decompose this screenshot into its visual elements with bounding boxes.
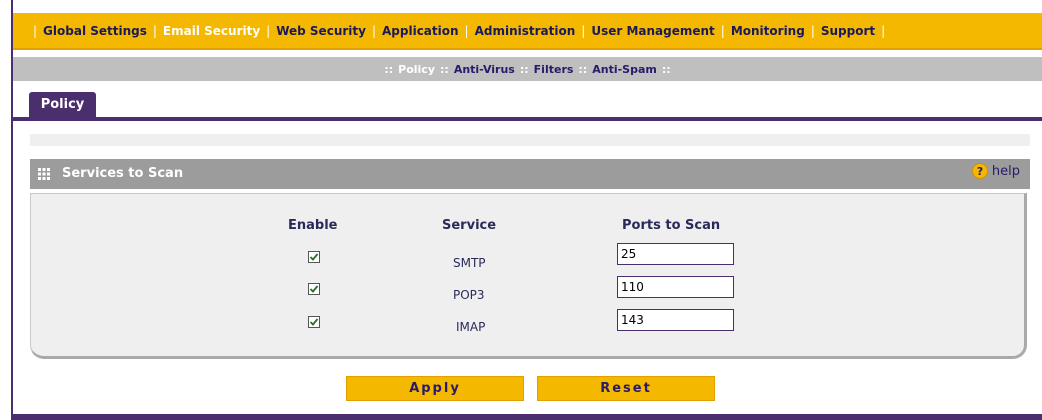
ports-input-pop3[interactable] bbox=[617, 276, 734, 298]
column-header-ports: Ports to Scan bbox=[622, 218, 721, 233]
nav-separator: | bbox=[464, 23, 469, 38]
tab-underline bbox=[13, 117, 1042, 121]
service-name-imap: IMAP bbox=[456, 320, 486, 334]
nav-separator: | bbox=[266, 23, 271, 38]
sub-navigation: :: Policy :: Anti-Virus :: Filters :: An… bbox=[13, 57, 1042, 81]
subnav-anti-virus[interactable]: Anti-Virus bbox=[454, 63, 515, 76]
help-link[interactable]: ? help bbox=[971, 163, 1020, 179]
checkmark-icon bbox=[309, 318, 319, 326]
tab-policy[interactable]: Policy bbox=[29, 92, 96, 117]
nav-administration[interactable]: Administration bbox=[475, 13, 576, 48]
reset-button[interactable]: Reset bbox=[537, 376, 715, 401]
nav-web-security[interactable]: Web Security bbox=[276, 13, 366, 48]
subnav-separator: :: bbox=[519, 62, 529, 76]
ports-input-smtp[interactable] bbox=[617, 243, 734, 265]
nav-separator: | bbox=[371, 23, 376, 38]
nav-global-settings[interactable]: Global Settings bbox=[43, 13, 147, 48]
subnav-filters[interactable]: Filters bbox=[534, 63, 574, 76]
column-header-service: Service bbox=[442, 218, 497, 233]
page-bottom-border bbox=[13, 414, 1042, 420]
nav-separator: | bbox=[881, 23, 886, 38]
service-name-smtp: SMTP bbox=[453, 256, 486, 270]
column-header-enable: Enable bbox=[288, 218, 338, 233]
nav-application[interactable]: Application bbox=[382, 13, 459, 48]
nav-separator: | bbox=[720, 23, 725, 38]
subnav-separator: :: bbox=[661, 62, 671, 76]
message-bar bbox=[30, 134, 1030, 146]
subnav-anti-spam[interactable]: Anti-Spam bbox=[592, 63, 657, 76]
enable-checkbox-imap[interactable] bbox=[308, 316, 320, 328]
enable-checkbox-pop3[interactable] bbox=[308, 283, 320, 295]
section-header: Services to Scan ? help bbox=[30, 159, 1030, 189]
ports-input-imap[interactable] bbox=[617, 309, 734, 331]
nav-support[interactable]: Support bbox=[821, 13, 875, 48]
nav-email-security[interactable]: Email Security bbox=[163, 13, 260, 48]
services-panel bbox=[30, 193, 1027, 359]
checkmark-icon bbox=[309, 253, 319, 261]
nav-separator: | bbox=[581, 23, 586, 38]
nav-separator: | bbox=[33, 23, 38, 38]
help-label: help bbox=[991, 163, 1020, 179]
nav-separator: | bbox=[810, 23, 815, 38]
subnav-policy[interactable]: Policy bbox=[398, 63, 435, 76]
apply-button[interactable]: Apply bbox=[346, 376, 524, 401]
section-title: Services to Scan bbox=[62, 166, 184, 181]
nav-separator: | bbox=[152, 23, 157, 38]
help-icon: ? bbox=[971, 163, 988, 179]
service-name-pop3: POP3 bbox=[453, 288, 485, 302]
checkmark-icon bbox=[309, 285, 319, 293]
subnav-separator: :: bbox=[384, 62, 394, 76]
top-navigation: | Global Settings | Email Security | Web… bbox=[13, 13, 1042, 50]
nav-monitoring[interactable]: Monitoring bbox=[731, 13, 805, 48]
subnav-separator: :: bbox=[578, 62, 588, 76]
grid-icon bbox=[38, 168, 50, 180]
nav-user-management[interactable]: User Management bbox=[591, 13, 714, 48]
subnav-separator: :: bbox=[440, 62, 449, 76]
enable-checkbox-smtp[interactable] bbox=[308, 251, 320, 263]
